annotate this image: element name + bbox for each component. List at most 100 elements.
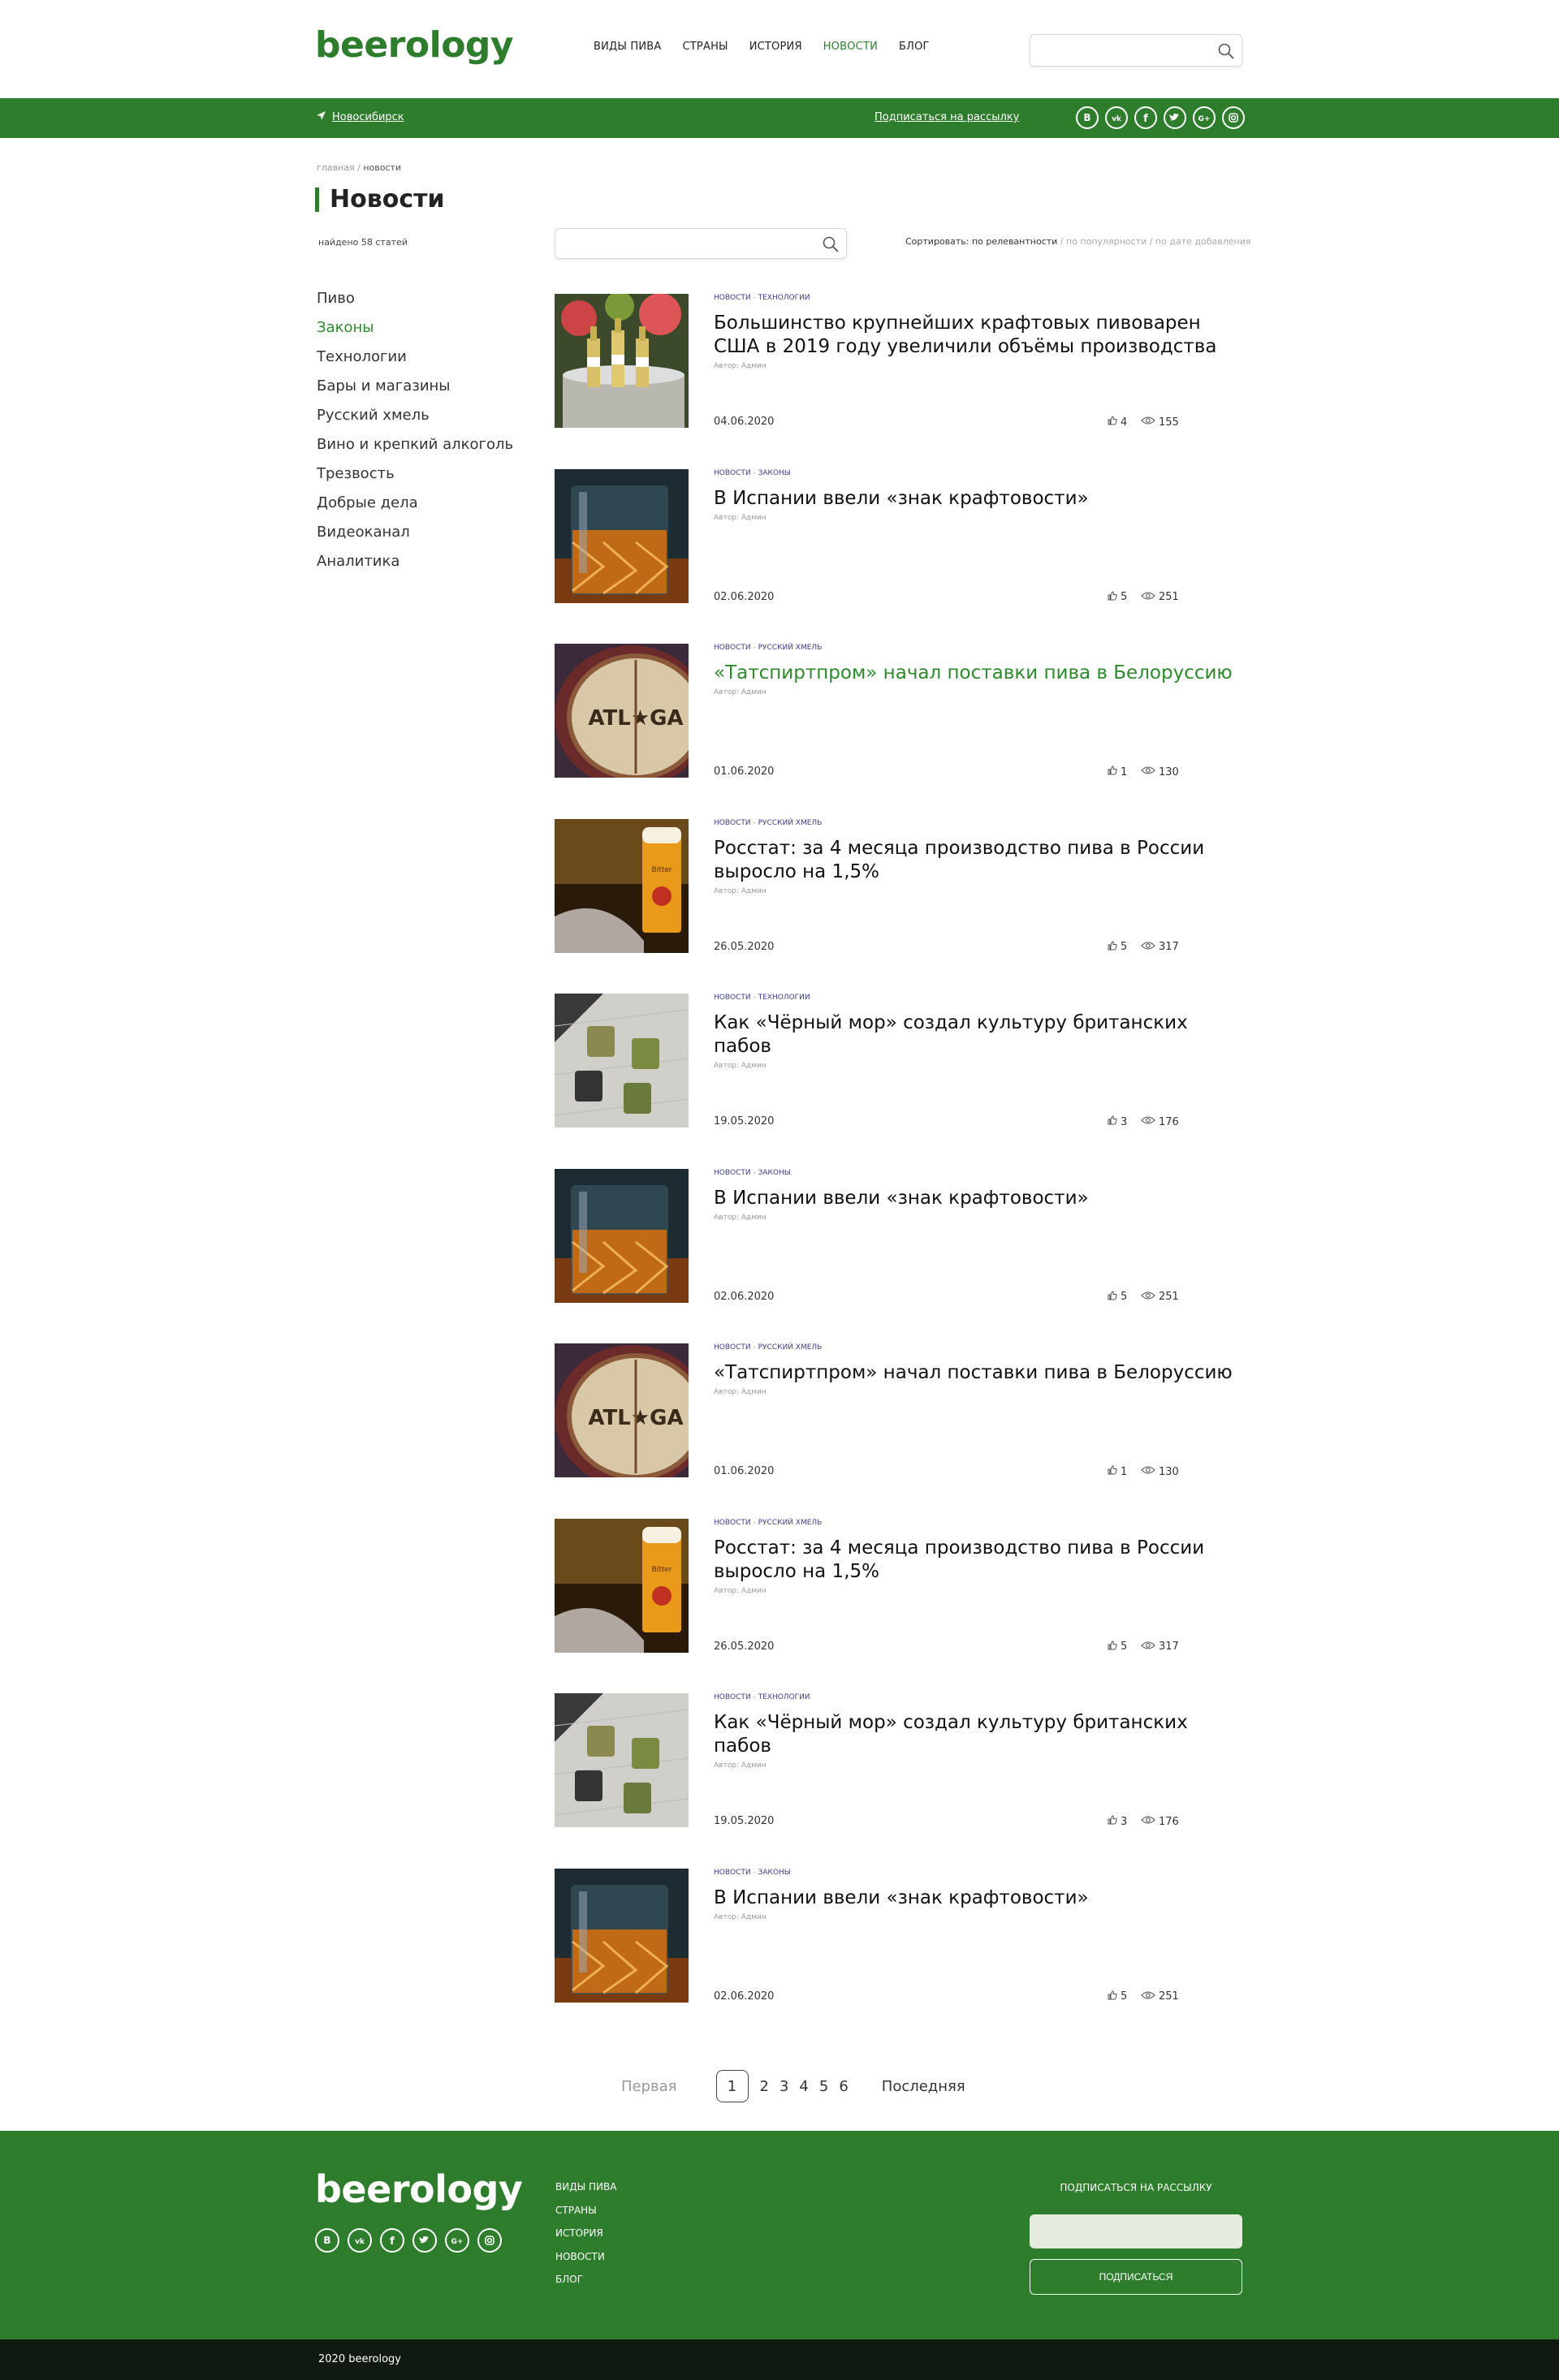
nav-item-4[interactable]: БЛОГ <box>899 41 930 53</box>
pagination-page-3[interactable]: 3 <box>780 2078 788 2095</box>
subscribe-link[interactable]: Подписаться на рассылку <box>875 111 1019 123</box>
article-tag[interactable]: технологии <box>758 994 810 1002</box>
article-tag[interactable]: новости <box>714 469 751 477</box>
article-tag[interactable]: законы <box>758 469 791 477</box>
article-title[interactable]: Росстат: за 4 месяца производство пива в… <box>714 837 1233 884</box>
pagination-first[interactable]: Первая <box>621 2078 677 2095</box>
article-tag[interactable]: новости <box>714 1693 751 1701</box>
article-title[interactable]: «Татспиртпром» начал поставки пива в Бел… <box>714 1361 1233 1385</box>
sidebar-item-9[interactable]: Аналитика <box>317 550 513 580</box>
article-tag[interactable]: новости <box>714 994 751 1002</box>
sidebar-item-8[interactable]: Видеоканал <box>317 521 513 550</box>
article-tag[interactable]: русский хмель <box>758 819 823 827</box>
sort-option-1[interactable]: по популярности <box>1066 236 1147 247</box>
article-title[interactable]: В Испании ввели «знак крафтовости» <box>714 487 1233 511</box>
article-image[interactable] <box>555 468 689 603</box>
nav-item-2[interactable]: ИСТОРИЯ <box>749 41 802 53</box>
article-image[interactable]: Bitter <box>555 1518 689 1653</box>
header-search-input[interactable] <box>1040 35 1211 66</box>
footer-logo[interactable]: beerology <box>315 2167 523 2211</box>
footer-email-field[interactable] <box>1030 2214 1242 2248</box>
instagram-icon[interactable] <box>1222 106 1245 129</box>
site-logo[interactable]: beerology <box>315 24 514 66</box>
footer-nav-item-1[interactable]: СТРАНЫ <box>555 2205 616 2228</box>
vk-b-icon[interactable]: B <box>1076 106 1099 129</box>
article-title[interactable]: Как «Чёрный мор» создал культуру британс… <box>714 1011 1233 1058</box>
city-selector[interactable]: Новосибирск <box>317 111 404 123</box>
vk-b-icon[interactable]: B <box>315 2228 339 2253</box>
article-image[interactable] <box>555 1168 689 1303</box>
sidebar-item-7[interactable]: Добрые дела <box>317 492 513 521</box>
footer-nav-item-2[interactable]: ИСТОРИЯ <box>555 2227 616 2251</box>
article-tag[interactable]: новости <box>714 1869 751 1877</box>
twitter-icon[interactable] <box>412 2228 437 2253</box>
footer-nav-item-0[interactable]: ВИДЫ ПИВА <box>555 2181 616 2205</box>
article-tag[interactable]: законы <box>758 1169 791 1177</box>
article-tag[interactable]: законы <box>758 1869 791 1877</box>
article-likes[interactable]: 5 <box>1108 590 1127 604</box>
nav-item-1[interactable]: СТРАНЫ <box>683 41 728 53</box>
pagination-page-1[interactable]: 1 <box>715 2070 749 2102</box>
sidebar-item-0[interactable]: Пиво <box>317 287 513 317</box>
article-tag[interactable]: технологии <box>758 1693 810 1701</box>
facebook-icon[interactable]: f <box>1134 106 1157 129</box>
article-likes[interactable]: 5 <box>1108 940 1127 954</box>
pagination-page-4[interactable]: 4 <box>799 2078 808 2095</box>
sidebar-item-3[interactable]: Бары и магазины <box>317 375 513 404</box>
article-title[interactable]: «Татспиртпром» начал поставки пива в Бел… <box>714 662 1233 685</box>
article-likes[interactable]: 5 <box>1108 1290 1127 1304</box>
article-likes[interactable]: 3 <box>1108 1115 1127 1128</box>
article-title[interactable]: Большинство крупнейших крафтовых пивовар… <box>714 312 1233 359</box>
article-tag[interactable]: новости <box>714 819 751 827</box>
article-tag[interactable]: новости <box>714 294 751 302</box>
article-image[interactable] <box>555 1693 689 1827</box>
sidebar-item-2[interactable]: Технологии <box>317 346 513 375</box>
article-tag[interactable]: русский хмель <box>758 644 823 652</box>
pagination-page-5[interactable]: 5 <box>819 2078 828 2095</box>
article-likes[interactable]: 4 <box>1108 416 1127 429</box>
article-likes[interactable]: 3 <box>1108 1815 1127 1828</box>
article-tag[interactable]: русский хмель <box>758 1343 823 1352</box>
facebook-icon[interactable]: f <box>380 2228 404 2253</box>
article-title[interactable]: В Испании ввели «знак крафтовости» <box>714 1886 1233 1910</box>
article-image[interactable]: Bitter <box>555 818 689 953</box>
article-title[interactable]: Росстат: за 4 месяца производство пива в… <box>714 1537 1233 1584</box>
sort-option-2[interactable]: по дате добавления <box>1155 236 1251 247</box>
search-icon[interactable] <box>822 235 840 253</box>
sidebar-item-4[interactable]: Русский хмель <box>317 404 513 433</box>
article-likes[interactable]: 5 <box>1108 1640 1127 1653</box>
vk-icon[interactable]: vk <box>1105 106 1128 129</box>
twitter-icon[interactable] <box>1164 106 1186 129</box>
article-title[interactable]: В Испании ввели «знак крафтовости» <box>714 1187 1233 1210</box>
article-title[interactable]: Как «Чёрный мор» создал культуру британс… <box>714 1711 1233 1758</box>
search-icon[interactable] <box>1217 42 1235 60</box>
article-tag[interactable]: русский хмель <box>758 1519 823 1527</box>
article-likes[interactable]: 1 <box>1108 1465 1127 1478</box>
article-image[interactable] <box>555 994 689 1127</box>
pagination-page-6[interactable]: 6 <box>839 2078 848 2095</box>
sort-option-0[interactable]: по релевантности <box>972 236 1057 247</box>
pagination-last[interactable]: Последняя <box>882 2078 965 2095</box>
sidebar-item-5[interactable]: Вино и крепкий алкоголь <box>317 433 513 463</box>
article-image[interactable]: ATL★GA <box>555 644 689 778</box>
article-tag[interactable]: новости <box>714 1169 751 1177</box>
article-likes[interactable]: 1 <box>1108 765 1127 778</box>
nav-item-3[interactable]: НОВОСТИ <box>823 41 878 53</box>
nav-item-0[interactable]: ВИДЫ ПИВА <box>594 41 662 53</box>
article-image[interactable]: ATL★GA <box>555 1343 689 1477</box>
google-plus-icon[interactable]: G+ <box>1193 106 1216 129</box>
footer-nav-item-4[interactable]: БЛОГ <box>555 2274 616 2297</box>
articles-search-input[interactable] <box>565 229 809 258</box>
article-tag[interactable]: новости <box>714 1343 751 1352</box>
article-tag[interactable]: новости <box>714 1519 751 1527</box>
article-likes[interactable]: 5 <box>1108 1990 1127 2003</box>
article-image[interactable] <box>555 294 689 428</box>
instagram-icon[interactable] <box>477 2228 502 2253</box>
article-image[interactable] <box>555 1868 689 2003</box>
article-tag[interactable]: новости <box>714 644 751 652</box>
pagination-page-2[interactable]: 2 <box>760 2078 769 2095</box>
breadcrumb-home[interactable]: главная <box>317 162 355 173</box>
article-tag[interactable]: технологии <box>758 294 810 302</box>
sidebar-item-1[interactable]: Законы <box>317 317 513 346</box>
google-plus-icon[interactable]: G+ <box>445 2228 469 2253</box>
